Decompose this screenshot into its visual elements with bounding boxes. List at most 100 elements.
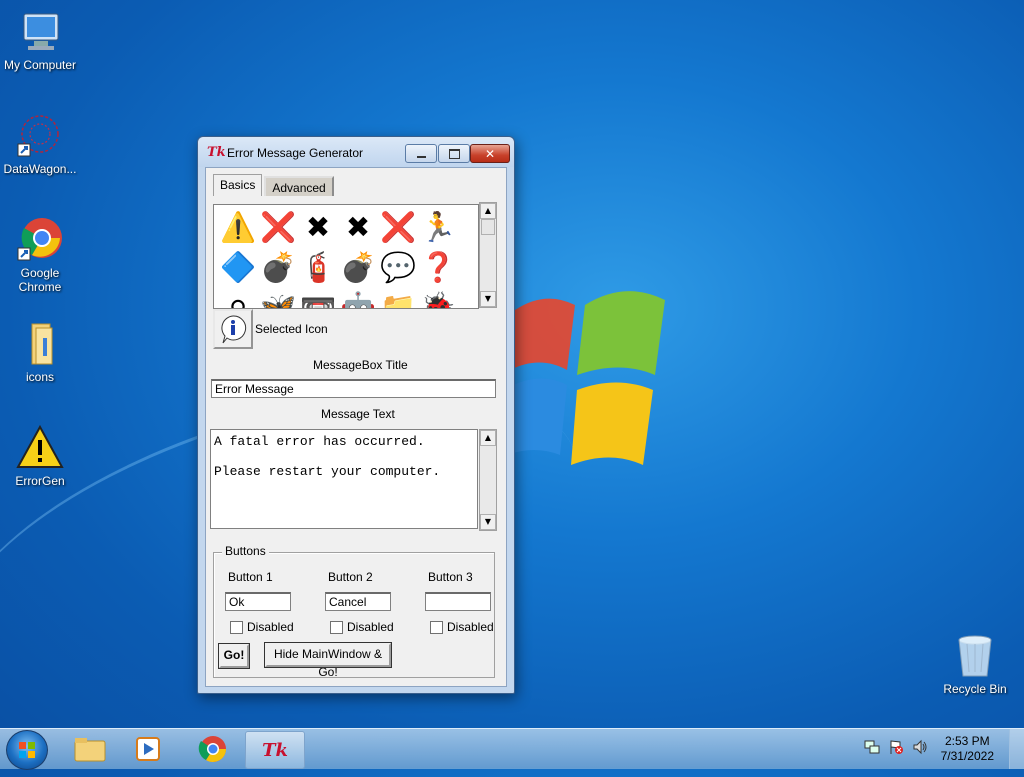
icon-option-16[interactable]: 📁 bbox=[378, 287, 418, 308]
button1-label: Button 1 bbox=[228, 570, 273, 584]
taskbar-explorer[interactable] bbox=[62, 731, 118, 767]
icon-option-5[interactable]: 🏃 bbox=[418, 207, 458, 247]
button2-label: Button 2 bbox=[328, 570, 373, 584]
icon-option-9[interactable]: 💣 bbox=[338, 247, 378, 287]
chrome-icon bbox=[198, 736, 227, 763]
taskbar-tk-app[interactable]: Tk bbox=[245, 731, 305, 769]
windows-logo-icon bbox=[19, 742, 35, 758]
button3-label: Button 3 bbox=[428, 570, 473, 584]
icon-option-11[interactable]: ❓ bbox=[418, 247, 458, 287]
system-tray bbox=[864, 739, 928, 755]
scroll-down-arrow-icon[interactable]: ▼ bbox=[480, 291, 496, 307]
window-titlebar[interactable]: Tk Error Message Generator ✕ bbox=[198, 137, 514, 167]
icon-option-2[interactable]: ✖ bbox=[298, 207, 338, 247]
icon-option-6[interactable]: 🔷 bbox=[218, 247, 258, 287]
icon-option-1[interactable]: ❌ bbox=[258, 207, 298, 247]
tk-logo-icon: Tk bbox=[207, 145, 226, 160]
icon-grid: ⚠️ ❌ ✖ ✖ ❌ 🏃 🔷 💣 🧯 💣 💬 ❓ ⚪ 🦋 📼 🤖 📁 🐞 bbox=[214, 205, 478, 308]
desktop-icon-errorgen[interactable]: ErrorGen bbox=[0, 424, 80, 488]
icon-option-3[interactable]: ✖ bbox=[338, 207, 378, 247]
selected-icon-label: Selected Icon bbox=[255, 322, 328, 336]
icon-option-12[interactable]: ⚪ bbox=[218, 287, 258, 308]
icon-option-17[interactable]: 🐞 bbox=[418, 287, 458, 308]
network-shortcut-icon bbox=[16, 112, 64, 160]
minimize-button[interactable] bbox=[405, 144, 437, 163]
icon-option-15[interactable]: 🤖 bbox=[338, 287, 378, 308]
button3-disabled-checkbox[interactable] bbox=[430, 621, 443, 634]
button2-disabled-label: Disabled bbox=[347, 620, 394, 634]
icon-option-14[interactable]: 📼 bbox=[298, 287, 338, 308]
go-button[interactable]: Go! bbox=[218, 643, 250, 669]
window-client-area: Basics Advanced ⚠️ ❌ ✖ ✖ ❌ 🏃 🔷 💣 🧯 💣 💬 ❓ ⚪ 🦋 📼 🤖 📁 🐞 ▲ ▼ … bbox=[205, 167, 507, 687]
message-text-scrollbar[interactable]: ▲ ▼ bbox=[479, 429, 497, 531]
icon-option-8[interactable]: 🧯 bbox=[298, 247, 338, 287]
icon-picker-scrollbar[interactable]: ▲ ▼ bbox=[479, 202, 497, 308]
buttons-group-title: Buttons bbox=[222, 544, 269, 558]
icon-option-0[interactable]: ⚠️ bbox=[218, 207, 258, 247]
icon-picker-list[interactable]: ⚠️ ❌ ✖ ✖ ❌ 🏃 🔷 💣 🧯 💣 💬 ❓ ⚪ 🦋 📼 🤖 📁 🐞 bbox=[213, 204, 479, 309]
button1-text-input[interactable]: Ok bbox=[225, 592, 291, 611]
error-message-generator-window: Tk Error Message Generator ✕ Basics Adva… bbox=[197, 136, 515, 694]
desktop-icon-label: ErrorGen bbox=[15, 474, 65, 488]
taskbar-clock[interactable]: 2:53 PM 7/31/2022 bbox=[941, 734, 994, 764]
scroll-up-arrow-icon[interactable]: ▲ bbox=[480, 203, 496, 219]
desktop-icon-my-computer[interactable]: My Computer bbox=[0, 8, 80, 72]
button1-disabled-checkbox[interactable] bbox=[230, 621, 243, 634]
network-icon[interactable] bbox=[864, 739, 880, 755]
recycle-bin-icon bbox=[951, 632, 999, 680]
maximize-button[interactable] bbox=[438, 144, 470, 163]
start-button[interactable] bbox=[6, 730, 48, 770]
folder-icon bbox=[74, 738, 106, 762]
desktop-icon-label: Google Chrome bbox=[18, 266, 62, 294]
icon-option-7[interactable]: 💣 bbox=[258, 247, 298, 287]
msgbox-title-label: MessageBox Title bbox=[313, 358, 408, 372]
close-icon: ✕ bbox=[484, 146, 496, 161]
window-title: Error Message Generator bbox=[227, 146, 364, 160]
button3-disabled-label: Disabled bbox=[447, 620, 494, 634]
warning-icon bbox=[16, 424, 64, 472]
button3-text-input[interactable] bbox=[425, 592, 491, 611]
icon-option-13[interactable]: 🦋 bbox=[258, 287, 298, 308]
icon-option-4[interactable]: ❌ bbox=[378, 207, 418, 247]
minimize-icon bbox=[416, 155, 426, 158]
tk-logo-icon: Tk bbox=[262, 739, 288, 761]
icon-option-10[interactable]: 💬 bbox=[378, 247, 418, 287]
show-desktop-button[interactable] bbox=[1009, 729, 1024, 769]
windows-wallpaper-logo bbox=[507, 291, 665, 465]
desktop-icon-label: icons bbox=[25, 370, 54, 384]
message-text-area[interactable]: A fatal error has occurred. Please resta… bbox=[210, 429, 478, 529]
taskbar-chrome[interactable] bbox=[185, 731, 241, 767]
volume-icon[interactable] bbox=[912, 739, 928, 755]
desktop-icon-icons-folder[interactable]: icons bbox=[0, 320, 80, 384]
media-player-icon bbox=[136, 737, 160, 761]
close-button[interactable]: ✕ bbox=[470, 144, 510, 163]
button1-disabled-label: Disabled bbox=[247, 620, 294, 634]
scroll-up-arrow-icon[interactable]: ▲ bbox=[480, 430, 496, 446]
info-icon bbox=[221, 315, 247, 344]
taskbar-media-player[interactable] bbox=[120, 731, 176, 767]
selected-icon-button[interactable] bbox=[213, 309, 253, 349]
button2-disabled-checkbox[interactable] bbox=[330, 621, 343, 634]
button2-text-input[interactable]: Cancel bbox=[325, 592, 391, 611]
tab-bar: Basics Advanced bbox=[213, 174, 334, 196]
desktop-icon-label: Recycle Bin bbox=[943, 682, 1007, 696]
tab-advanced[interactable]: Advanced bbox=[264, 176, 334, 196]
scrollbar-thumb[interactable] bbox=[481, 219, 495, 235]
hide-mainwindow-go-button[interactable]: Hide MainWindow & Go! bbox=[264, 642, 392, 679]
taskbar: Tk 2:53 PM 7/31/2022 bbox=[0, 728, 1024, 770]
desktop-icon-google-chrome[interactable]: Google Chrome bbox=[0, 216, 80, 294]
clock-date: 7/31/2022 bbox=[940, 749, 994, 763]
desktop-icon-label: DataWagon... bbox=[3, 162, 77, 176]
maximize-icon bbox=[448, 148, 460, 159]
computer-icon bbox=[16, 8, 64, 56]
desktop-icon-label: My Computer bbox=[3, 58, 77, 72]
folder-icon bbox=[16, 320, 64, 368]
scroll-down-arrow-icon[interactable]: ▼ bbox=[480, 514, 496, 530]
message-text-label: Message Text bbox=[321, 407, 395, 421]
msgbox-title-input[interactable]: Error Message bbox=[211, 379, 496, 398]
desktop-icon-recycle-bin[interactable]: Recycle Bin bbox=[935, 632, 1015, 696]
desktop-icon-datawagon[interactable]: DataWagon... bbox=[0, 112, 80, 176]
clock-time: 2:53 PM bbox=[944, 734, 990, 748]
action-center-flag-icon[interactable] bbox=[888, 739, 904, 755]
tab-basics[interactable]: Basics bbox=[213, 174, 263, 196]
